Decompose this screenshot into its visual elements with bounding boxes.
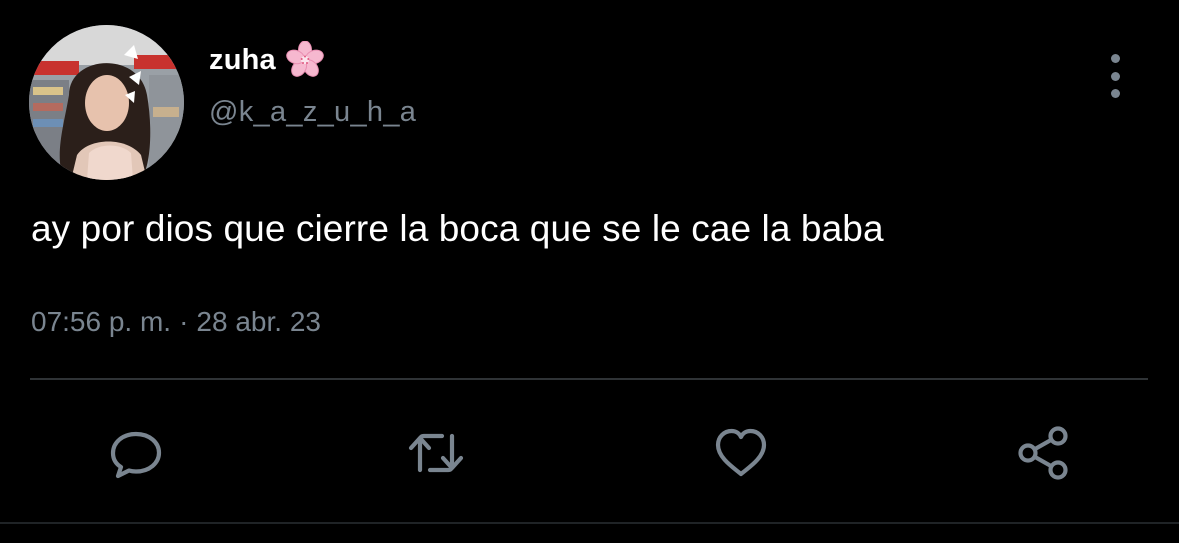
comment-icon <box>110 431 162 479</box>
tweet-card: zuha @k_a_z_u_h_a ay por dios que cierre… <box>0 0 1179 543</box>
share-button[interactable] <box>1014 423 1074 483</box>
like-button[interactable] <box>711 423 771 483</box>
meta-separator: · <box>179 306 189 337</box>
share-icon <box>1018 426 1068 480</box>
retweet-icon <box>408 433 464 473</box>
tweet-text: ay por dios que cierre la boca que se le… <box>31 208 884 249</box>
tweet-date: 28 abr. 23 <box>196 306 321 337</box>
heart-icon <box>715 428 767 477</box>
retweet-button[interactable] <box>406 423 466 483</box>
cherry-blossom-icon <box>286 40 324 79</box>
more-options-button[interactable] <box>1097 54 1133 98</box>
divider <box>30 378 1148 380</box>
bottom-divider <box>0 522 1179 524</box>
display-name[interactable]: zuha <box>209 44 276 77</box>
tweet-time: 07:56 p. m. <box>31 306 172 337</box>
author-name-row[interactable]: zuha <box>209 40 324 80</box>
tweet-timestamp[interactable]: 07:56 p. m. · 28 abr. 23 <box>31 306 321 338</box>
reply-button[interactable] <box>106 423 166 483</box>
more-vertical-icon <box>1110 54 1120 63</box>
user-handle[interactable]: @k_a_z_u_h_a <box>209 96 416 129</box>
avatar-photo <box>29 25 184 180</box>
avatar[interactable] <box>29 25 184 180</box>
